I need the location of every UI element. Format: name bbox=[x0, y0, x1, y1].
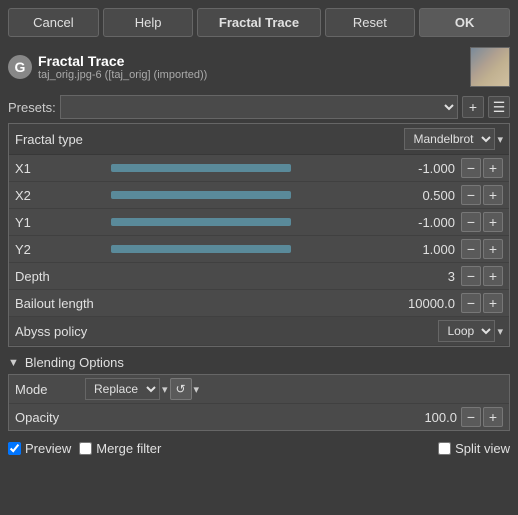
y1-controls: − + bbox=[461, 212, 503, 232]
split-view-checkbox[interactable] bbox=[438, 442, 451, 455]
blend-opacity-value: 100.0 bbox=[85, 410, 461, 425]
y2-minus-button[interactable]: − bbox=[461, 239, 481, 259]
split-view-text: Split view bbox=[455, 441, 510, 456]
fractal-type-label: Fractal type bbox=[15, 132, 404, 147]
bailout-plus-button[interactable]: + bbox=[483, 293, 503, 313]
presets-select[interactable] bbox=[60, 95, 458, 119]
parameters-panel: Fractal type Mandelbrot ▾ X1 -1.000 − + … bbox=[8, 123, 510, 347]
opacity-plus-button[interactable]: + bbox=[483, 407, 503, 427]
presets-label: Presets: bbox=[8, 100, 56, 115]
merge-filter-label[interactable]: Merge filter bbox=[79, 441, 161, 456]
x1-controls: − + bbox=[461, 158, 503, 178]
x2-controls: − + bbox=[461, 185, 503, 205]
x1-value: -1.000 bbox=[297, 161, 461, 176]
y2-plus-button[interactable]: + bbox=[483, 239, 503, 259]
presets-menu-button[interactable]: ☰ bbox=[488, 96, 510, 118]
plugin-title: Fractal Trace bbox=[38, 53, 470, 69]
blending-options-header[interactable]: ▼ Blending Options bbox=[0, 351, 518, 374]
blend-opacity-label: Opacity bbox=[15, 410, 85, 425]
title-block: Fractal Trace taj_orig.jpg-6 ([taj_orig]… bbox=[38, 53, 470, 81]
thumbnail-image bbox=[471, 48, 509, 86]
bailout-minus-button[interactable]: − bbox=[461, 293, 481, 313]
gimp-icon: G bbox=[8, 55, 32, 79]
merge-filter-text: Merge filter bbox=[96, 441, 161, 456]
plugin-subtitle: taj_orig.jpg-6 ([taj_orig] (imported)) bbox=[38, 69, 470, 81]
cancel-button[interactable]: Cancel bbox=[8, 8, 99, 37]
depth-controls: − + bbox=[461, 266, 503, 286]
x1-row: X1 -1.000 − + bbox=[9, 155, 509, 182]
fractal-trace-button[interactable]: Fractal Trace bbox=[197, 8, 320, 37]
x2-label: X2 bbox=[15, 188, 105, 203]
merge-filter-checkbox[interactable] bbox=[79, 442, 92, 455]
y2-value: 1.000 bbox=[297, 242, 461, 257]
presets-row: Presets: + ☰ bbox=[0, 91, 518, 123]
depth-plus-button[interactable]: + bbox=[483, 266, 503, 286]
y2-row: Y2 1.000 − + bbox=[9, 236, 509, 263]
y2-slider[interactable] bbox=[111, 245, 291, 253]
plugin-header: G Fractal Trace taj_orig.jpg-6 ([taj_ori… bbox=[0, 43, 518, 91]
presets-add-button[interactable]: + bbox=[462, 96, 484, 118]
opacity-controls: − + bbox=[461, 407, 503, 427]
y1-minus-button[interactable]: − bbox=[461, 212, 481, 232]
y1-label: Y1 bbox=[15, 215, 105, 230]
x2-value: 0.500 bbox=[297, 188, 461, 203]
bailout-value: 10000.0 bbox=[105, 296, 461, 311]
y1-value: -1.000 bbox=[297, 215, 461, 230]
opacity-minus-button[interactable]: − bbox=[461, 407, 481, 427]
fractal-type-row: Fractal type Mandelbrot ▾ bbox=[9, 124, 509, 155]
y1-slider[interactable] bbox=[111, 218, 291, 226]
fractal-type-select[interactable]: Mandelbrot bbox=[404, 128, 495, 150]
blend-mode-select[interactable]: Replace bbox=[85, 378, 160, 400]
toolbar: Cancel Help Fractal Trace Reset OK bbox=[0, 0, 518, 43]
depth-minus-button[interactable]: − bbox=[461, 266, 481, 286]
y1-row: Y1 -1.000 − + bbox=[9, 209, 509, 236]
abyss-dropdown-icon: ▾ bbox=[497, 325, 503, 338]
x2-row: X2 0.500 − + bbox=[9, 182, 509, 209]
reset-button[interactable]: Reset bbox=[325, 8, 416, 37]
preview-checkbox-label[interactable]: Preview bbox=[8, 441, 71, 456]
split-view-label[interactable]: Split view bbox=[438, 441, 510, 456]
x2-minus-button[interactable]: − bbox=[461, 185, 481, 205]
blending-title: Blending Options bbox=[25, 355, 124, 370]
image-thumbnail bbox=[470, 47, 510, 87]
abyss-row: Abyss policy Loop ▾ bbox=[9, 317, 509, 346]
bailout-row: Bailout length 10000.0 − + bbox=[9, 290, 509, 317]
help-button[interactable]: Help bbox=[103, 8, 194, 37]
blend-mode-row: Mode Replace ▾ ↺ ▾ bbox=[9, 375, 509, 404]
ok-button[interactable]: OK bbox=[419, 8, 510, 37]
abyss-select[interactable]: Loop bbox=[438, 320, 495, 342]
x1-minus-button[interactable]: − bbox=[461, 158, 481, 178]
preview-checkbox[interactable] bbox=[8, 442, 21, 455]
bailout-controls: − + bbox=[461, 293, 503, 313]
depth-row: Depth 3 − + bbox=[9, 263, 509, 290]
blend-mode-dropdown-icon: ▾ bbox=[162, 383, 168, 396]
y2-label: Y2 bbox=[15, 242, 105, 257]
preview-label: Preview bbox=[25, 441, 71, 456]
x2-slider[interactable] bbox=[111, 191, 291, 199]
blend-mode-extra-icon: ▾ bbox=[194, 383, 200, 396]
blend-opacity-row: Opacity 100.0 − + bbox=[9, 404, 509, 430]
y1-plus-button[interactable]: + bbox=[483, 212, 503, 232]
blend-mode-reset-button[interactable]: ↺ bbox=[170, 378, 192, 400]
preview-row: Preview Merge filter Split view bbox=[0, 435, 518, 462]
x1-plus-button[interactable]: + bbox=[483, 158, 503, 178]
fractal-type-dropdown-icon: ▾ bbox=[497, 133, 503, 146]
depth-value: 3 bbox=[105, 269, 461, 284]
x1-slider[interactable] bbox=[111, 164, 291, 172]
x2-plus-button[interactable]: + bbox=[483, 185, 503, 205]
depth-label: Depth bbox=[15, 269, 105, 284]
blend-mode-label: Mode bbox=[15, 382, 85, 397]
y2-controls: − + bbox=[461, 239, 503, 259]
blending-panel: Mode Replace ▾ ↺ ▾ Opacity 100.0 − + bbox=[8, 374, 510, 431]
blending-collapse-icon: ▼ bbox=[8, 357, 19, 369]
abyss-label: Abyss policy bbox=[15, 324, 438, 339]
x1-label: X1 bbox=[15, 161, 105, 176]
bailout-label: Bailout length bbox=[15, 296, 105, 311]
